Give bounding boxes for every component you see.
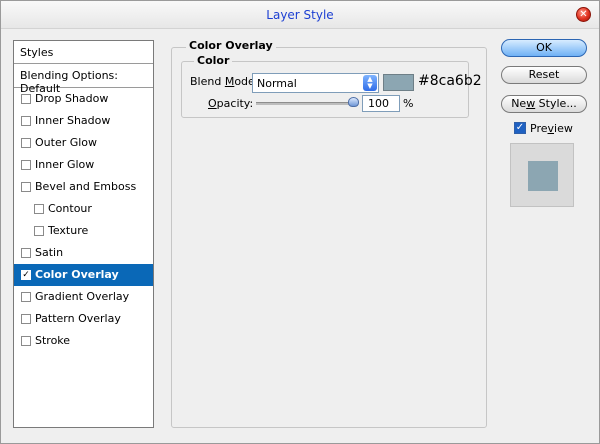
ok-button[interactable]: OK <box>501 39 587 57</box>
style-item-gradient-overlay[interactable]: Gradient Overlay <box>14 286 153 308</box>
style-item-label: Outer Glow <box>35 136 98 149</box>
new-style-button[interactable]: New Style... <box>501 95 587 113</box>
checkbox-icon[interactable] <box>34 226 44 236</box>
color-hex-text: #8ca6b2 <box>418 73 482 89</box>
section-title: Color Overlay <box>186 39 276 52</box>
updown-arrows-icon[interactable]: ▲ ▼ <box>363 75 377 91</box>
preview-color-square <box>528 161 558 191</box>
blend-mode-label: Blend Mode: <box>190 75 259 88</box>
style-item-satin[interactable]: Satin <box>14 242 153 264</box>
style-item-pattern-overlay[interactable]: Pattern Overlay <box>14 308 153 330</box>
color-swatch[interactable] <box>383 74 414 91</box>
style-item-inner-shadow[interactable]: Inner Shadow <box>14 110 153 132</box>
checkbox-icon[interactable] <box>21 314 31 324</box>
percent-label: % <box>403 97 414 110</box>
style-item-contour[interactable]: Contour <box>14 198 153 220</box>
blending-options-item[interactable]: Blending Options: Default <box>14 64 153 95</box>
opacity-slider-track[interactable] <box>256 102 356 105</box>
style-item-label: Satin <box>35 246 64 259</box>
dialog-title: Layer Style <box>266 8 334 22</box>
checkbox-icon[interactable] <box>21 292 31 302</box>
style-item-label: Pattern Overlay <box>35 312 121 325</box>
style-item-color-overlay[interactable]: ✓ Color Overlay <box>14 264 153 286</box>
style-item-label: Inner Glow <box>35 158 95 171</box>
style-item-texture[interactable]: Texture <box>14 220 153 242</box>
checkbox-icon[interactable] <box>21 248 31 258</box>
preview-thumbnail <box>510 143 574 207</box>
close-button[interactable]: ✕ <box>576 7 591 22</box>
close-icon: ✕ <box>579 9 588 20</box>
style-item-inner-glow[interactable]: Inner Glow <box>14 154 153 176</box>
style-item-label: Inner Shadow <box>35 114 111 127</box>
style-item-outer-glow[interactable]: Outer Glow <box>14 132 153 154</box>
checkbox-icon[interactable] <box>21 138 31 148</box>
style-item-label: Gradient Overlay <box>35 290 130 303</box>
styles-list: Styles Blending Options: Default Drop Sh… <box>13 40 154 428</box>
color-group-title: Color <box>194 54 233 67</box>
style-item-label: Texture <box>48 224 89 237</box>
title-bar[interactable]: Layer Style ✕ <box>1 1 599 29</box>
checkbox-icon[interactable] <box>21 160 31 170</box>
style-item-label: Contour <box>48 202 92 215</box>
opacity-slider-handle[interactable] <box>348 97 359 107</box>
reset-button[interactable]: Reset <box>501 66 587 84</box>
opacity-input[interactable]: 100 <box>362 95 400 112</box>
checkbox-icon[interactable] <box>21 116 31 126</box>
layer-style-dialog: Layer Style ✕ Styles Blending Options: D… <box>0 0 600 444</box>
preview-checkbox[interactable]: ✓ <box>514 122 526 134</box>
style-item-label: Bevel and Emboss <box>35 180 137 193</box>
style-item-label: Drop Shadow <box>35 92 109 105</box>
checkbox-icon[interactable] <box>34 204 44 214</box>
checkbox-icon[interactable] <box>21 336 31 346</box>
style-item-label: Color Overlay <box>35 268 119 281</box>
checkbox-icon[interactable] <box>21 182 31 192</box>
blend-mode-value: Normal <box>257 77 297 90</box>
style-item-bevel-and-emboss[interactable]: Bevel and Emboss <box>14 176 153 198</box>
preview-label: Preview <box>530 122 573 135</box>
style-item-stroke[interactable]: Stroke <box>14 330 153 352</box>
opacity-label: Opacity: <box>208 97 254 110</box>
styles-header[interactable]: Styles <box>14 41 153 64</box>
checkbox-checked-icon[interactable]: ✓ <box>21 270 31 280</box>
style-item-drop-shadow[interactable]: Drop Shadow <box>14 88 153 110</box>
style-item-label: Stroke <box>35 334 71 347</box>
checkbox-icon[interactable] <box>21 94 31 104</box>
blend-mode-select[interactable]: Normal ▲ ▼ <box>252 73 379 93</box>
